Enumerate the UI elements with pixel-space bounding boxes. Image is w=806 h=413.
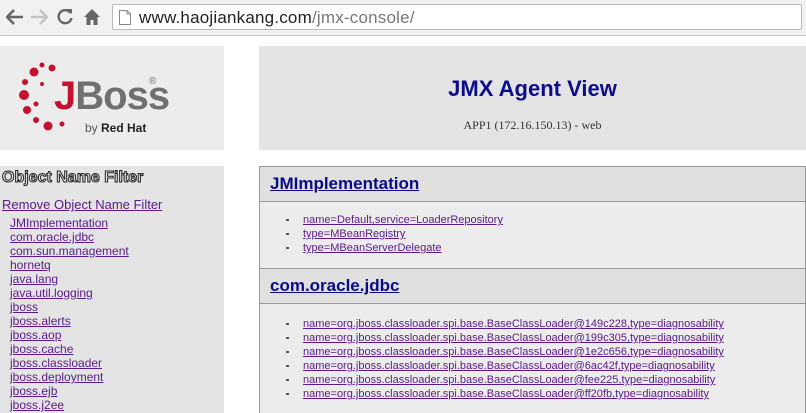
mbean-list-panel: name=Default,service=LoaderRepository ty…	[259, 202, 806, 268]
mbean-link[interactable]: type=MBeanRegistry	[303, 227, 405, 241]
object-name-filter-sidebar: Object Name Filter Remove Object Name Fi…	[0, 166, 224, 413]
bullet-icon	[286, 219, 289, 221]
domain-item: JMImplementation	[10, 216, 129, 230]
bullet-icon	[286, 379, 289, 381]
back-arrow-icon	[6, 9, 23, 25]
mbean-link[interactable]: name=org.jboss.classloader.spi.base.Base…	[303, 331, 724, 345]
reload-icon	[57, 8, 73, 25]
address-bar[interactable]: www.haojiankang.com/jmx-console/	[112, 4, 802, 30]
domain-item: java.lang	[10, 272, 129, 286]
filter-heading: Object Name Filter	[1, 169, 144, 187]
domain-link[interactable]: jboss.j2ee	[10, 398, 64, 412]
domain-item: jboss	[10, 300, 129, 314]
domain-link[interactable]: com.sun.management	[10, 244, 129, 258]
url-path: /jmx-console/	[311, 8, 415, 27]
page-title: JMX Agent View	[448, 76, 617, 101]
domain-link[interactable]: jboss.aop	[10, 328, 61, 342]
back-button[interactable]	[3, 5, 27, 29]
domain-item: jboss.deployment	[10, 370, 129, 384]
domain-link[interactable]: jboss.classloader	[10, 356, 102, 370]
bullet-icon	[286, 351, 289, 353]
byline-by: by	[85, 121, 102, 135]
bullet-icon	[286, 247, 289, 249]
browser-toolbar: www.haojiankang.com/jmx-console/	[0, 0, 806, 36]
domain-item: jboss.classloader	[10, 356, 129, 370]
bullet-icon	[286, 323, 289, 325]
domain-link[interactable]: com.oracle.jdbc	[10, 230, 94, 244]
domain-link[interactable]: java.lang	[10, 272, 58, 286]
byline-company: Red Hat	[101, 121, 147, 135]
mbean-link[interactable]: name=Default,service=LoaderRepository	[303, 213, 503, 227]
mbean-list-panel: name=org.jboss.classloader.spi.base.Base…	[259, 304, 806, 413]
domain-item: jboss.alerts	[10, 314, 129, 328]
bullet-icon	[286, 365, 289, 367]
page-icon	[119, 10, 131, 25]
bullet-icon	[286, 233, 289, 235]
url-host: www.haojiankang.com	[139, 8, 312, 27]
domain-link[interactable]: jboss.deployment	[10, 370, 103, 384]
mbean-link[interactable]: name=org.jboss.classloader.spi.base.Base…	[303, 373, 715, 387]
forward-arrow-icon	[31, 9, 48, 25]
url-text[interactable]: www.haojiankang.com/jmx-console/	[139, 8, 415, 28]
domain-link[interactable]: hornetq	[10, 258, 51, 272]
section-header: com.oracle.jdbc	[259, 268, 806, 304]
domain-item: jboss.ejb	[10, 384, 129, 398]
bullet-icon	[286, 393, 289, 395]
domain-link[interactable]: jboss.ejb	[10, 384, 57, 398]
logo-letter-j: J	[54, 74, 76, 118]
reload-button[interactable]	[53, 5, 77, 29]
remove-filter-link[interactable]: Remove Object Name Filter	[2, 197, 162, 212]
domain-item: com.oracle.jdbc	[10, 230, 129, 244]
domain-item: jboss.cache	[10, 342, 129, 356]
domain-link[interactable]: jboss.alerts	[10, 314, 71, 328]
header-panel: JMX Agent View APP1 (172.16.150.13) - we…	[259, 46, 806, 150]
forward-button[interactable]	[27, 5, 51, 29]
domain-item: jboss.j2ee	[10, 398, 129, 412]
domain-link[interactable]: jboss	[10, 300, 38, 314]
mbean-link[interactable]: name=org.jboss.classloader.spi.base.Base…	[303, 345, 724, 359]
home-icon	[84, 9, 100, 25]
domain-list: JMImplementation com.oracle.jdbc com.sun…	[10, 216, 129, 412]
domain-link[interactable]: jboss.cache	[10, 342, 73, 356]
home-button[interactable]	[80, 5, 104, 29]
domain-link[interactable]: java.util.logging	[10, 286, 93, 300]
logo-byline: by Red Hat	[85, 121, 146, 135]
mbean-link[interactable]: name=org.jboss.classloader.spi.base.Base…	[303, 317, 724, 331]
domain-item: hornetq	[10, 258, 129, 272]
section-header: JMImplementation	[259, 166, 806, 202]
domain-item: jboss.aop	[10, 328, 129, 342]
mbean-link[interactable]: name=org.jboss.classloader.spi.base.Base…	[303, 387, 709, 401]
registered-mark: ®	[149, 76, 157, 87]
domain-link[interactable]: JMImplementation	[10, 216, 108, 230]
section-title-link[interactable]: com.oracle.jdbc	[270, 276, 399, 296]
domain-item: com.sun.management	[10, 244, 129, 258]
jboss-logo: JBoss ® by Red Hat	[0, 46, 224, 150]
bullet-icon	[286, 337, 289, 339]
mbean-link[interactable]: type=MBeanServerDelegate	[303, 241, 442, 255]
mbean-link[interactable]: name=org.jboss.classloader.spi.base.Base…	[303, 359, 715, 373]
section-title-link[interactable]: JMImplementation	[270, 174, 419, 194]
server-info: APP1 (172.16.150.13) - web	[463, 118, 602, 132]
domain-item: java.util.logging	[10, 286, 129, 300]
